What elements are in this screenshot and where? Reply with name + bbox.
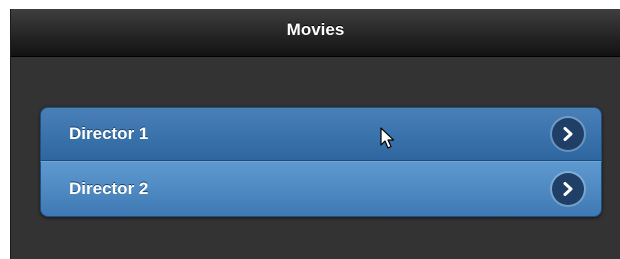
director-list: Director 1 Director 2 xyxy=(40,107,602,217)
mouse-cursor-icon xyxy=(380,127,395,149)
chevron-right-icon xyxy=(552,173,584,205)
app-frame: Movies Director 1 Director 2 xyxy=(10,9,620,259)
header-bar: Movies xyxy=(11,9,620,57)
list-item-director-2[interactable]: Director 2 xyxy=(40,161,602,217)
chevron-right-icon xyxy=(552,118,584,150)
list-item-director-1[interactable]: Director 1 xyxy=(40,107,602,161)
list-item-label: Director 1 xyxy=(69,124,149,143)
page-title: Movies xyxy=(286,19,345,39)
list-item-label: Director 2 xyxy=(69,179,149,198)
